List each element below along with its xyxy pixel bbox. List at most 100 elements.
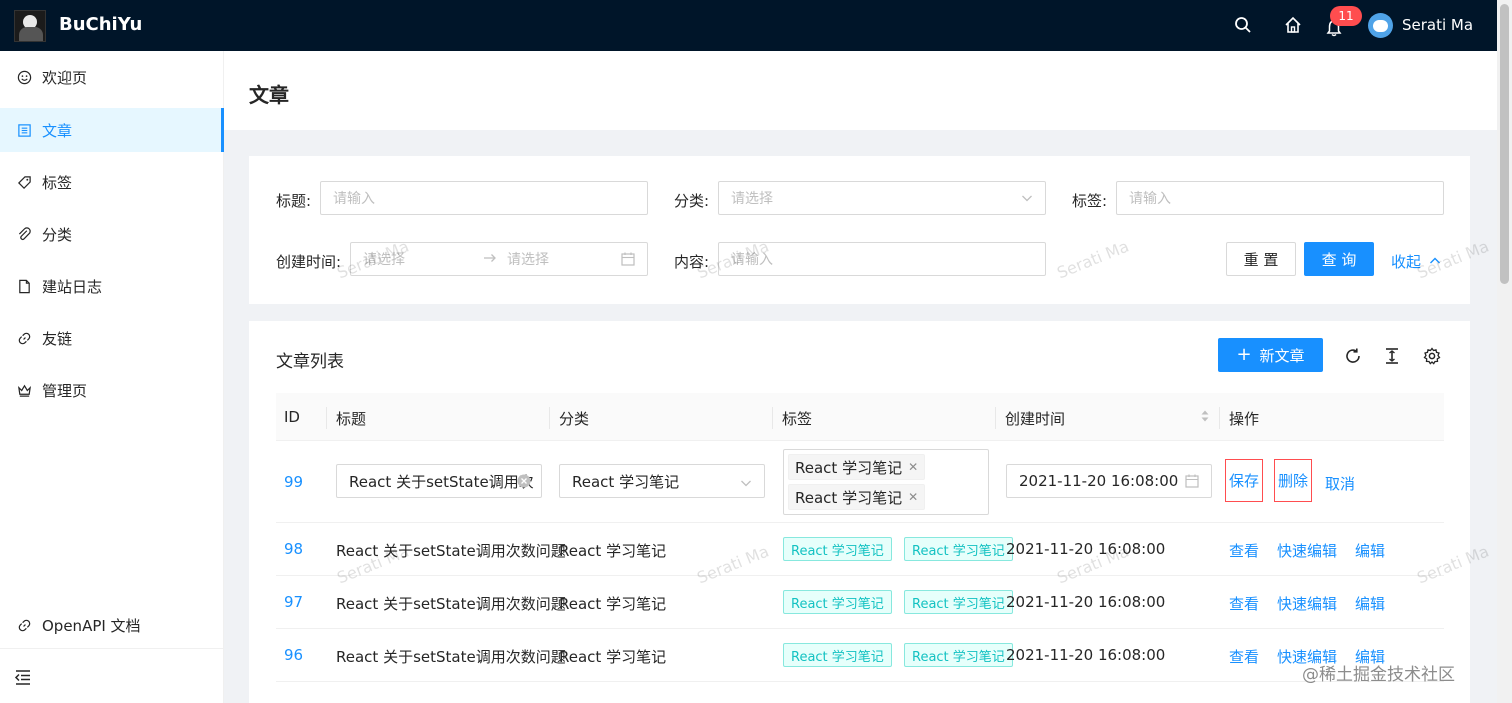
scrollbar-thumb[interactable] — [1500, 4, 1509, 284]
content-label: 内容: — [674, 253, 710, 271]
collapse-link[interactable]: 收起 — [1391, 251, 1441, 272]
sidebar-item-admin[interactable]: 管理页 — [0, 368, 224, 412]
arrow-right-icon — [483, 251, 497, 269]
row-id[interactable]: 97 — [284, 593, 303, 611]
sidebar-item-categories[interactable]: 分类 — [0, 212, 224, 256]
sidebar-item-links[interactable]: 友链 — [0, 316, 224, 360]
plus-icon: + — [1236, 344, 1252, 365]
end-date-input[interactable]: 请选择 — [507, 249, 549, 269]
paperclip-icon — [16, 226, 32, 242]
sidebar-item-label: 标签 — [42, 173, 73, 192]
sidebar-item-welcome[interactable]: 欢迎页 — [0, 55, 224, 99]
search-icon[interactable] — [1232, 14, 1254, 36]
top-header: BuChiYu 11 Serati Ma — [0, 0, 1497, 51]
calendar-icon — [621, 252, 635, 270]
reload-icon[interactable] — [1344, 347, 1362, 369]
row-title: React 关于setState调用次数问题 — [336, 542, 566, 560]
sidebar-item-label: 建站日志 — [42, 277, 103, 296]
close-icon[interactable]: ✕ — [908, 460, 918, 474]
new-article-button[interactable]: + 新文章 — [1218, 338, 1323, 372]
delete-link[interactable]: 删除 — [1274, 459, 1313, 502]
reset-button[interactable]: 重 置 — [1226, 242, 1296, 276]
category-edit-select[interactable]: React 学习笔记 — [559, 464, 765, 498]
start-date-input[interactable]: 请选择 — [363, 249, 405, 269]
tag-chip: React 学习笔记 — [783, 643, 892, 667]
view-link[interactable]: 查看 — [1229, 540, 1259, 561]
row-created: 2021-11-20 16:08:00 — [1006, 593, 1166, 611]
view-link[interactable]: 查看 — [1229, 593, 1259, 614]
search-form: 标题: 请输入 分类: 请选择 标签: 请输入 创建时间: 请选择 请选择 内容… — [249, 156, 1470, 304]
tag-chip: React 学习笔记 — [783, 590, 892, 614]
sidebar-item-tags[interactable]: 标签 — [0, 160, 224, 204]
column-header: 标签 — [782, 410, 813, 428]
edit-link[interactable]: 编辑 — [1355, 593, 1385, 614]
row-id[interactable]: 98 — [284, 540, 303, 558]
menu-fold-icon[interactable] — [14, 668, 34, 688]
column-header: ID — [284, 408, 300, 426]
category-select[interactable]: 请选择 — [718, 181, 1046, 215]
smile-icon — [16, 69, 32, 85]
notification-badge: 11 — [1330, 6, 1362, 26]
table-row: 98 React 关于setState调用次数问题 React 学习笔记 Rea… — [276, 523, 1444, 576]
save-link[interactable]: 保存 — [1225, 459, 1264, 502]
title-label: 标题: — [276, 192, 312, 210]
row-id[interactable]: 96 — [284, 646, 303, 664]
row-category: React 学习笔记 — [559, 648, 667, 666]
logo-image[interactable] — [14, 10, 46, 42]
credit-watermark: @稀土掘金技术社区 — [1302, 665, 1455, 685]
home-icon[interactable] — [1282, 14, 1304, 36]
tags-label: 标签: — [1072, 192, 1108, 210]
column-header: 分类 — [559, 410, 590, 428]
sidebar-item-articles[interactable]: 文章 — [0, 108, 224, 152]
user-name[interactable]: Serati Ma — [1402, 16, 1473, 34]
column-header-sortable[interactable]: 创建时间 — [1005, 408, 1065, 429]
query-button[interactable]: 查 询 — [1304, 242, 1374, 276]
category-label: 分类: — [674, 192, 710, 210]
row-id[interactable]: 99 — [284, 473, 303, 491]
tag-chip: React 学习笔记 — [904, 537, 1013, 561]
cancel-link[interactable]: 取消 — [1325, 473, 1355, 494]
sidebar-item-changelog[interactable]: 建站日志 — [0, 264, 224, 308]
tags-input[interactable]: 请输入 — [1116, 181, 1444, 215]
chevron-down-icon — [740, 475, 752, 493]
row-title: React 关于setState调用次数问题 — [336, 648, 566, 666]
tag-chip: React 学习笔记 ✕ — [788, 484, 926, 510]
sidebar-item-openapi[interactable]: OpenAPI 文档 — [0, 603, 224, 647]
chevron-down-icon — [1021, 192, 1033, 208]
quick-edit-link[interactable]: 快速编辑 — [1277, 540, 1337, 561]
column-separator — [995, 407, 996, 429]
column-separator — [1219, 407, 1220, 429]
table-header: ID 标题 分类 标签 创建时间 操作 — [276, 393, 1444, 441]
content-input[interactable]: 请输入 — [718, 242, 1046, 276]
column-height-icon[interactable] — [1383, 347, 1401, 369]
tag-chip: React 学习笔记 — [904, 643, 1013, 667]
page-header: 文章 — [224, 51, 1497, 130]
table-row: 96 React 关于setState调用次数问题 React 学习笔记 Rea… — [276, 629, 1444, 682]
row-category: React 学习笔记 — [559, 595, 667, 613]
sidebar-item-label: 欢迎页 — [42, 68, 88, 87]
close-icon[interactable]: ✕ — [908, 490, 918, 504]
edit-link[interactable]: 编辑 — [1355, 540, 1385, 561]
chevron-up-icon — [1429, 253, 1441, 271]
created-range-picker[interactable]: 请选择 请选择 — [350, 242, 648, 276]
sort-icon[interactable] — [1200, 408, 1210, 428]
page-scrollbar[interactable] — [1497, 0, 1512, 703]
sidebar-item-label: 管理页 — [42, 381, 88, 400]
clear-icon[interactable] — [517, 474, 531, 492]
link-icon — [16, 617, 32, 633]
table-row-editing: 99 React 关于setState调用次 React 学习笔记 React … — [276, 441, 1444, 523]
setting-icon[interactable] — [1423, 347, 1441, 369]
quick-edit-link[interactable]: 快速编辑 — [1277, 593, 1337, 614]
brand-name[interactable]: BuChiYu — [59, 14, 142, 35]
created-edit-picker[interactable]: 2021-11-20 16:08:00 — [1006, 464, 1212, 498]
tags-edit-select[interactable]: React 学习笔记 ✕ React 学习笔记 ✕ — [783, 449, 989, 515]
article-icon — [16, 122, 32, 138]
sidebar: 欢迎页 文章 标签 分类 建站日志 友链 管理页 OpenAPI 文档 — [0, 51, 224, 703]
avatar[interactable] — [1368, 13, 1393, 38]
sidebar-divider — [0, 648, 224, 649]
view-link[interactable]: 查看 — [1229, 646, 1259, 667]
link-icon — [16, 330, 32, 346]
title-edit-input[interactable]: React 关于setState调用次 — [336, 464, 542, 498]
calendar-icon — [1185, 474, 1199, 492]
title-input[interactable]: 请输入 — [320, 181, 648, 215]
